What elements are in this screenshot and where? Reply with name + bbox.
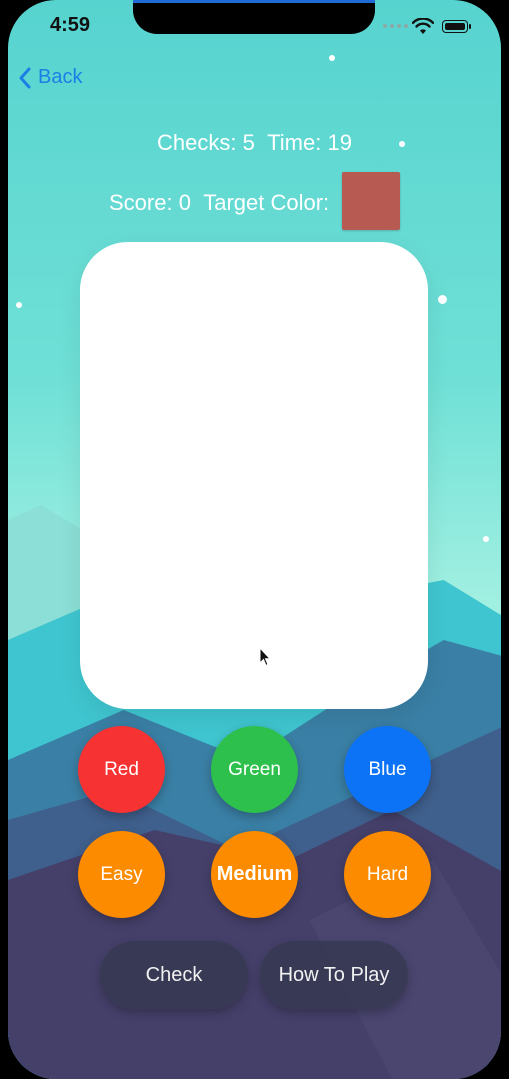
score-label: Score: xyxy=(109,190,173,215)
color-mix-card[interactable] xyxy=(80,242,428,709)
wifi-icon xyxy=(412,18,434,34)
easy-button[interactable]: Easy xyxy=(78,831,165,918)
red-button[interactable]: Red xyxy=(78,726,165,813)
status-time: 4:59 xyxy=(50,14,91,36)
time-label: Time: xyxy=(267,130,322,155)
cellular-signal-icon xyxy=(383,24,408,50)
phone-frame: 4:59 Back Checks: 5 Time: 19 Score: 0 Ta… xyxy=(0,0,509,1079)
back-button[interactable]: Back xyxy=(18,66,82,89)
sparkle-dot xyxy=(483,536,489,542)
device-notch xyxy=(133,0,375,34)
hard-button[interactable]: Hard xyxy=(344,831,431,918)
mouse-cursor-icon xyxy=(259,647,271,667)
sparkle-dot xyxy=(16,302,22,308)
notch-accent xyxy=(133,0,375,3)
how-to-play-button[interactable]: How To Play xyxy=(260,941,408,1009)
checks-label: Checks: xyxy=(157,130,237,155)
score-target-row: Score: 0 Target Color: xyxy=(109,190,329,216)
check-button[interactable]: Check xyxy=(100,941,248,1009)
time-value: 19 xyxy=(327,130,352,155)
back-label: Back xyxy=(38,66,83,88)
checks-time-row: Checks: 5 Time: 19 xyxy=(0,130,509,156)
chevron-left-icon xyxy=(19,67,31,88)
green-button[interactable]: Green xyxy=(211,726,298,813)
checks-value: 5 xyxy=(242,130,255,155)
medium-button[interactable]: Medium xyxy=(211,831,298,918)
target-color-swatch xyxy=(342,172,400,230)
blue-button[interactable]: Blue xyxy=(344,726,431,813)
sparkle-dot xyxy=(329,55,335,61)
battery-icon xyxy=(442,20,471,33)
target-color-label: Target Color: xyxy=(203,190,330,215)
score-value: 0 xyxy=(178,190,191,215)
sparkle-dot xyxy=(438,295,447,304)
